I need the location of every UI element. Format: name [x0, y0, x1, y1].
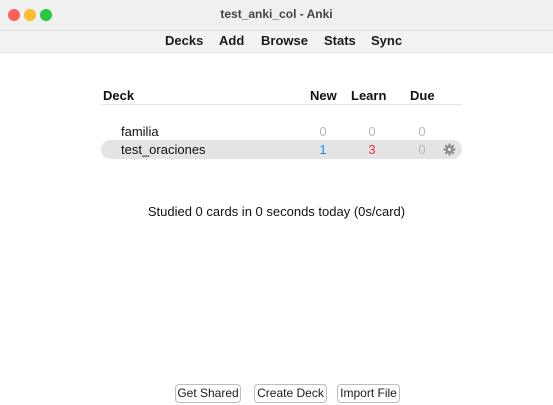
column-header-deck: Deck	[103, 88, 135, 103]
main-toolbar: Decks Add Browse Stats Sync	[0, 31, 553, 53]
due-count: 0	[418, 124, 426, 139]
create-deck-button[interactable]: Create Deck	[254, 384, 327, 403]
due-count: 0	[418, 142, 426, 157]
toolbar-stats[interactable]: Stats	[322, 33, 358, 48]
anki-main-window: test_anki_col - Anki Decks Add Browse St…	[0, 0, 553, 405]
toolbar-add[interactable]: Add	[217, 33, 246, 48]
header-divider	[101, 104, 462, 105]
learn-count: 0	[368, 124, 376, 139]
window-title: test_anki_col - Anki	[220, 7, 333, 21]
column-header-learn: Learn	[351, 88, 387, 103]
title-bar[interactable]: test_anki_col - Anki	[0, 0, 553, 31]
deck-row-familia[interactable]: familia 0 0 0	[101, 122, 462, 141]
deck-name[interactable]: test_oraciones	[121, 142, 206, 157]
column-header-new: New	[310, 88, 337, 103]
toolbar-decks[interactable]: Decks	[163, 33, 205, 48]
import-file-button[interactable]: Import File	[337, 384, 400, 403]
study-summary: Studied 0 cards in 0 seconds today (0s/c…	[147, 204, 406, 219]
column-header-due: Due	[410, 88, 435, 103]
new-count: 0	[319, 124, 327, 139]
toolbar-sync[interactable]: Sync	[369, 33, 404, 48]
new-count: 1	[319, 142, 327, 157]
deck-name[interactable]: familia	[121, 124, 159, 139]
gear-icon[interactable]	[443, 143, 456, 156]
learn-count: 3	[368, 142, 376, 157]
get-shared-button[interactable]: Get Shared	[175, 384, 241, 403]
deck-row-test-oraciones[interactable]: test_oraciones 1 3 0	[101, 140, 462, 159]
toolbar-browse[interactable]: Browse	[259, 33, 310, 48]
